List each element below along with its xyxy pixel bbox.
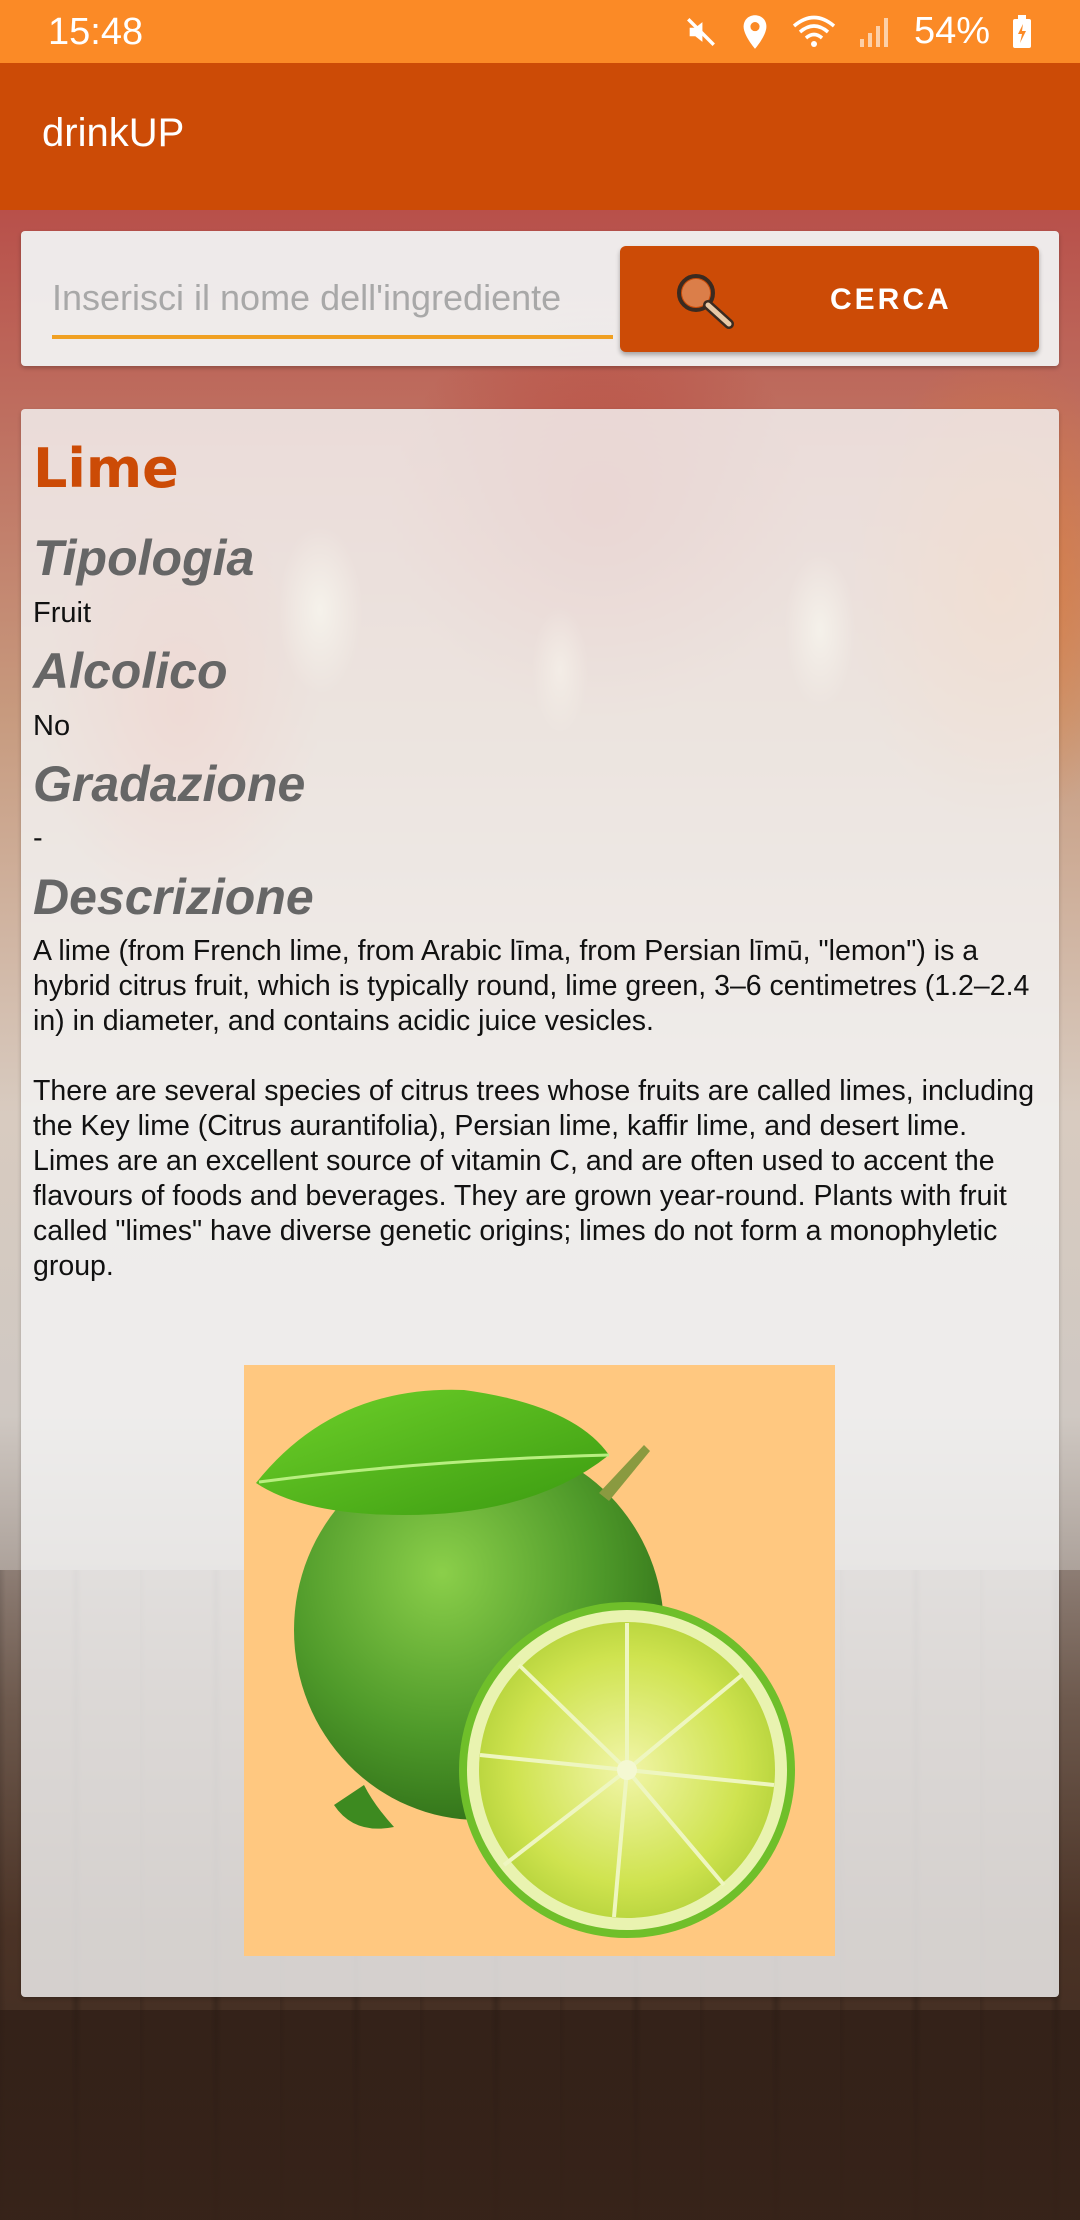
status-bar: 15:48 54% (0, 0, 1080, 63)
ingredient-image (244, 1365, 835, 1956)
search-button-label: CERCA (830, 283, 952, 316)
app-title: drinkUP (42, 111, 185, 155)
status-time: 15:48 (48, 11, 144, 53)
description-text: A lime (from French lime, from Arabic lī… (33, 935, 1035, 1282)
lime-illustration (256, 1389, 795, 1938)
abv-label: Gradazione (33, 756, 306, 812)
search-card: CERCA (21, 231, 1059, 366)
battery-icon (1012, 14, 1032, 49)
search-button[interactable]: CERCA (620, 246, 1039, 352)
abv-value: - (33, 822, 43, 854)
mute-icon (684, 15, 718, 49)
background-shadow (0, 2010, 1080, 2220)
type-value: Fruit (33, 597, 91, 629)
ingredient-search-input[interactable] (52, 271, 613, 339)
status-icons: 54% (684, 10, 1032, 53)
wifi-icon (792, 15, 836, 49)
app-bar: drinkUP (0, 63, 1080, 210)
description-label: Descrizione (33, 869, 314, 925)
signal-icon (858, 15, 892, 49)
search-icon (672, 270, 736, 338)
type-label: Tipologia (33, 530, 255, 586)
battery-percentage: 54% (913, 10, 990, 52)
ingredient-detail-card: Lime Tipologia Fruit Alcolico No Gradazi… (21, 409, 1059, 1997)
alcoholic-label: Alcolico (33, 643, 228, 699)
ingredient-name: Lime (33, 437, 179, 500)
location-icon (740, 14, 770, 50)
alcoholic-value: No (33, 710, 71, 742)
